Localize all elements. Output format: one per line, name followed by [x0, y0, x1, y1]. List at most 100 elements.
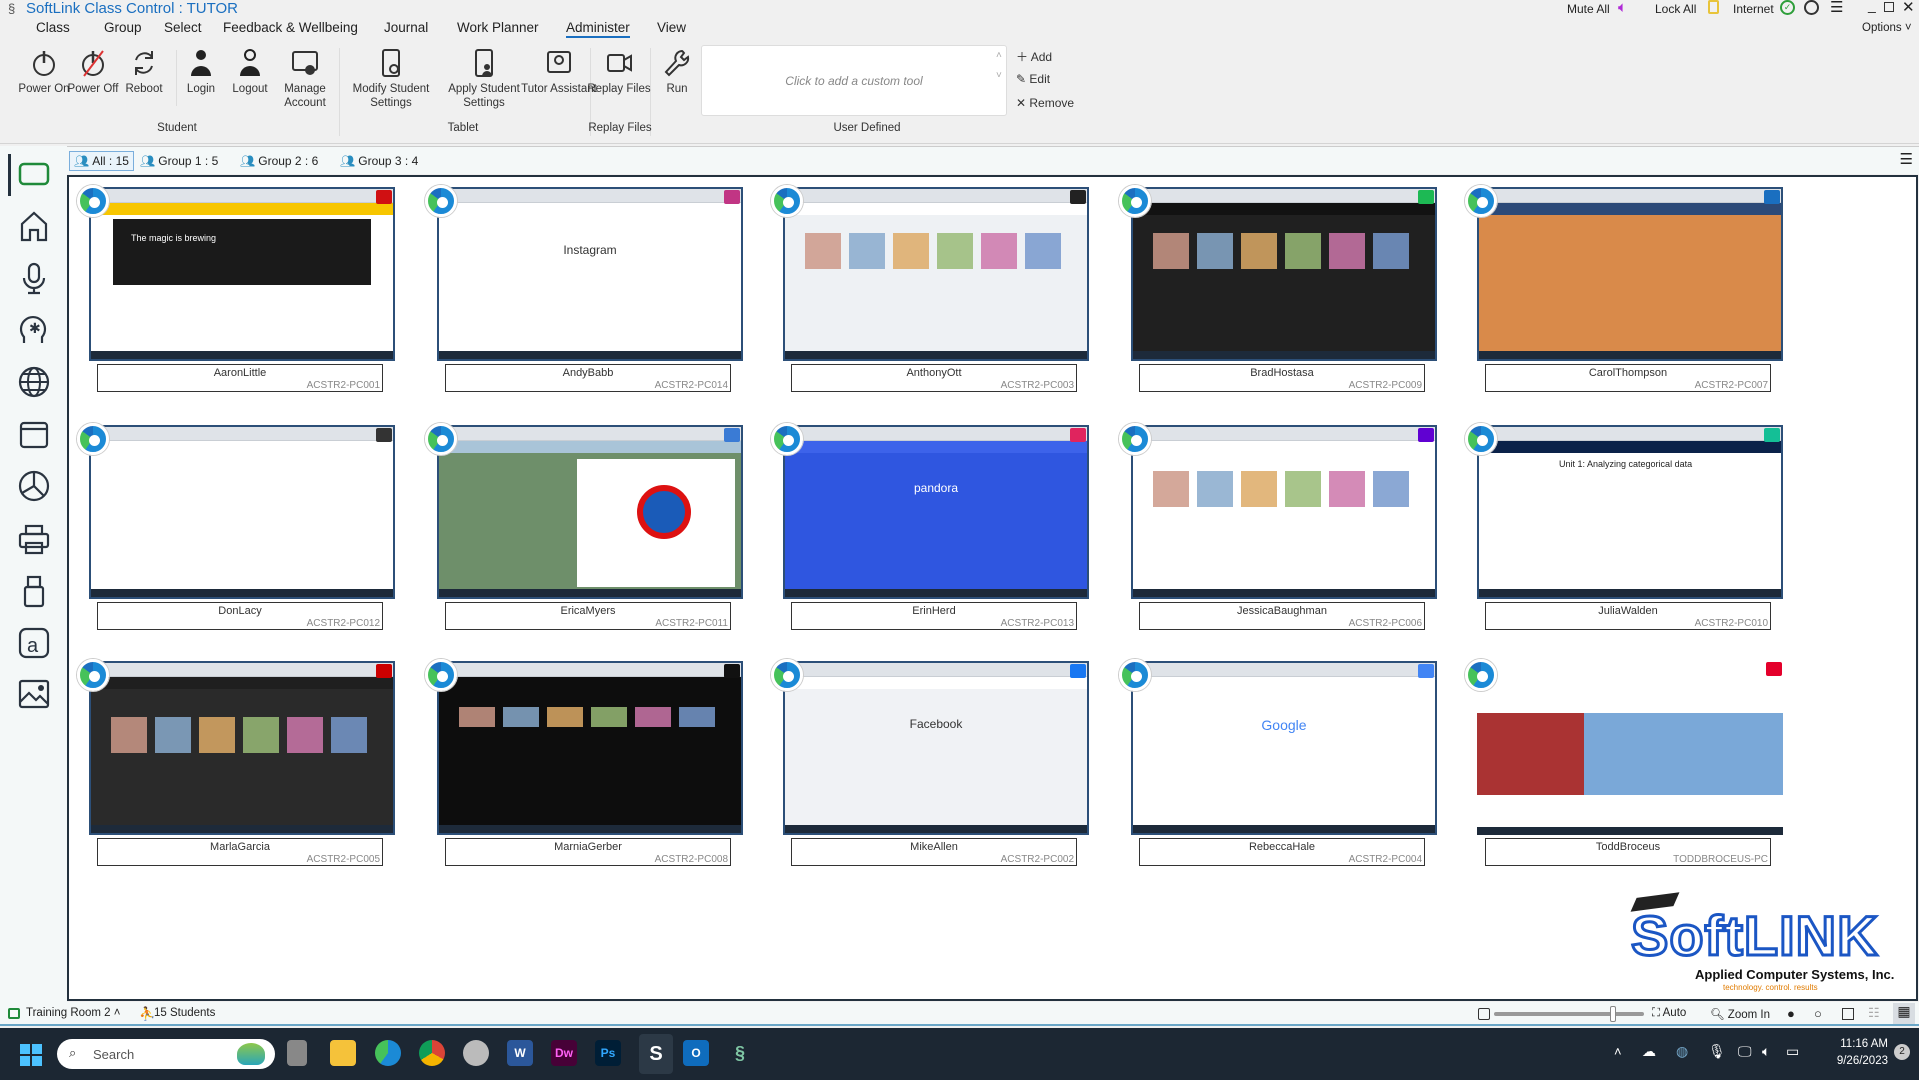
student-label[interactable]: AnthonyOtt ACSTR2-PC003	[791, 364, 1077, 392]
photoshop-icon[interactable]: Ps	[595, 1040, 621, 1066]
student-thumbnail[interactable]	[783, 187, 1089, 361]
mic-tray-icon[interactable]: 🎙︎	[1708, 1043, 1726, 1060]
group-tab-1[interactable]: 👥︎ Group 1 : 5	[136, 151, 222, 171]
scroll-down-icon[interactable]: ˅	[996, 70, 1002, 81]
clock-date[interactable]: 9/26/2023	[1818, 1055, 1888, 1067]
zoom-slider-handle[interactable]	[1610, 1006, 1616, 1022]
battery-tray-icon[interactable]: ▭	[1786, 1043, 1799, 1060]
app-icon[interactable]	[463, 1040, 489, 1066]
user-icon[interactable]: ●	[1787, 1006, 1795, 1021]
student-thumbnail[interactable]	[437, 661, 743, 835]
student-thumbnail[interactable]	[437, 425, 743, 599]
student-label[interactable]: MarlaGarcia ACSTR2-PC005	[97, 838, 383, 866]
internet-button[interactable]: Internet	[1733, 2, 1774, 16]
zoom-in-button[interactable]: 🔍︎ Zoom In	[1710, 1007, 1770, 1021]
zoom-slider[interactable]	[1494, 1006, 1644, 1022]
network-app-icon[interactable]: §	[727, 1040, 753, 1066]
remove-tool-button[interactable]: ✕ Remove	[1016, 96, 1074, 110]
student-thumbnail[interactable]	[1131, 425, 1437, 599]
student-thumbnail[interactable]	[89, 661, 395, 835]
sidebar-home[interactable]	[16, 208, 52, 244]
sidebar-globe[interactable]	[16, 364, 52, 400]
group-tab-3[interactable]: 👥︎ Group 3 : 4	[336, 151, 422, 171]
student-thumbnail[interactable]	[1131, 187, 1437, 361]
group-tab-0[interactable]: 👥︎ All : 15	[69, 151, 134, 171]
student-label[interactable]: EricaMyers ACSTR2-PC011	[445, 602, 731, 630]
menu-class[interactable]: Class	[36, 20, 70, 35]
globe-tray-icon[interactable]: ◍	[1676, 1043, 1688, 1060]
student-label[interactable]: MarniaGerber ACSTR2-PC008	[445, 838, 731, 866]
dreamweaver-icon[interactable]: Dw	[551, 1040, 577, 1066]
chrome-icon[interactable]	[419, 1040, 445, 1066]
show-hidden-icons[interactable]: ˄	[1614, 1044, 1622, 1059]
softlink-taskbar-icon[interactable]: S	[639, 1034, 673, 1074]
view-menu-icon[interactable]: ☰	[1900, 150, 1913, 168]
file-explorer-icon[interactable]	[330, 1040, 356, 1066]
scroll-up-icon[interactable]: ˄	[996, 50, 1002, 61]
sidebar-image[interactable]	[16, 676, 52, 712]
apply-student-settings-button[interactable]: Apply Student Settings	[444, 48, 524, 110]
student-thumbnail[interactable]: Unit 1: Analyzing categorical data	[1477, 425, 1783, 599]
sidebar-window[interactable]	[16, 417, 52, 453]
menu-icon[interactable]: ☰	[1830, 0, 1843, 16]
clock-icon[interactable]	[1804, 0, 1819, 15]
grid-view-icon[interactable]: ▦	[1893, 1003, 1915, 1024]
sidebar-microphone[interactable]	[16, 260, 52, 296]
sidebar-text-box[interactable]: a	[16, 625, 52, 661]
student-thumbnail[interactable]	[1477, 661, 1783, 835]
lock-all-button[interactable]: Lock All	[1655, 2, 1696, 16]
speaker-icon[interactable]: 🔈︎	[1618, 0, 1627, 16]
menu-group[interactable]: Group	[104, 20, 142, 35]
auto-zoom-button[interactable]: ⛶ Auto	[1652, 1007, 1686, 1020]
modify-student-settings-button[interactable]: Modify Student Settings	[351, 48, 431, 110]
small-view-icon[interactable]	[1478, 1008, 1490, 1020]
group-tab-2[interactable]: 👥︎ Group 2 : 6	[236, 151, 322, 171]
network-tray-icon[interactable]: 🖵︎	[1738, 1043, 1752, 1060]
edit-tool-button[interactable]: ✎ Edit	[1016, 72, 1050, 86]
mute-all-button[interactable]: Mute All	[1567, 2, 1610, 16]
student-thumbnail[interactable]: pandora	[783, 425, 1089, 599]
student-label[interactable]: DonLacy ACSTR2-PC012	[97, 602, 383, 630]
student-label[interactable]: CarolThompson ACSTR2-PC007	[1485, 364, 1771, 392]
student-thumbnail[interactable]: The magic is brewing	[89, 187, 395, 361]
taskbar-search[interactable]: ⌕ Search	[57, 1039, 275, 1069]
notification-badge[interactable]: 2	[1894, 1044, 1910, 1060]
menu-journal[interactable]: Journal	[384, 20, 428, 35]
student-label[interactable]: BradHostasa ACSTR2-PC009	[1139, 364, 1425, 392]
maximize-button[interactable]	[1884, 2, 1894, 12]
monitor-view-icon[interactable]	[1842, 1008, 1854, 1020]
student-thumbnail[interactable]	[89, 425, 395, 599]
manage-account-button[interactable]: Manage Account	[270, 48, 340, 110]
sidebar-wellbeing[interactable]: ✱	[16, 311, 52, 347]
student-thumbnail[interactable]: Google	[1131, 661, 1437, 835]
options-dropdown[interactable]: Options ˅	[1862, 22, 1912, 34]
menu-work-planner[interactable]: Work Planner	[457, 20, 539, 35]
room-selector[interactable]: Training Room 2 ˄	[26, 1007, 121, 1019]
student-label[interactable]: MikeAllen ACSTR2-PC002	[791, 838, 1077, 866]
user-outline-icon[interactable]: ○	[1814, 1006, 1822, 1021]
start-button[interactable]	[20, 1044, 42, 1066]
sidebar-pie-chart[interactable]	[16, 468, 52, 504]
student-label[interactable]: AndyBabb ACSTR2-PC014	[445, 364, 731, 392]
add-tool-button[interactable]: ＋ Add	[1016, 48, 1052, 65]
menu-view[interactable]: View	[657, 20, 686, 35]
volume-tray-icon[interactable]: 🔈︎	[1762, 1043, 1770, 1060]
word-icon[interactable]: W	[507, 1040, 533, 1066]
clock-time[interactable]: 11:16 AM	[1828, 1038, 1888, 1050]
menu-feedback-wellbeing[interactable]: Feedback & Wellbeing	[223, 20, 358, 35]
sidebar-usb[interactable]	[16, 573, 52, 609]
check-circle-icon[interactable]: ✓	[1780, 0, 1795, 15]
student-thumbnail[interactable]: Facebook	[783, 661, 1089, 835]
edge-icon[interactable]	[375, 1040, 401, 1066]
sidebar-monitor[interactable]	[16, 156, 52, 192]
close-button[interactable]: ✕	[1902, 0, 1915, 16]
student-label[interactable]: RebeccaHale ACSTR2-PC004	[1139, 838, 1425, 866]
sidebar-printer[interactable]	[16, 521, 52, 557]
custom-tool-list[interactable]: Click to add a custom tool	[701, 45, 1007, 116]
student-label[interactable]: ToddBroceus TODDBROCEUS-PC	[1485, 838, 1771, 866]
student-label[interactable]: JuliaWalden ACSTR2-PC010	[1485, 602, 1771, 630]
onedrive-icon[interactable]: ☁	[1642, 1043, 1656, 1060]
student-label[interactable]: JessicaBaughman ACSTR2-PC006	[1139, 602, 1425, 630]
outlook-icon[interactable]: O	[683, 1040, 709, 1066]
student-thumbnail[interactable]: Instagram	[437, 187, 743, 361]
